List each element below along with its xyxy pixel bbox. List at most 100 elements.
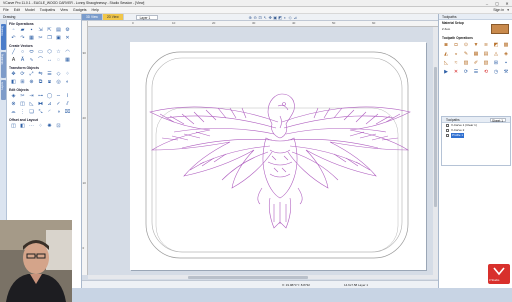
- center-icon[interactable]: ⊕: [28, 79, 35, 85]
- open-file-icon[interactable]: ▰: [19, 27, 26, 33]
- inlay-icon[interactable]: ◩: [492, 41, 500, 48]
- menu-help[interactable]: Help: [92, 8, 99, 12]
- menu-gadgets[interactable]: Gadgets: [73, 8, 87, 12]
- array-layout-icon[interactable]: ⁘: [37, 123, 44, 129]
- offset-icon[interactable]: ◫: [19, 101, 26, 107]
- weld-icon[interactable]: ◎: [55, 79, 62, 85]
- menu-view[interactable]: View: [60, 8, 68, 12]
- fluting-icon[interactable]: ≋: [482, 41, 490, 48]
- save-file-icon[interactable]: ▪: [28, 27, 35, 33]
- star-icon[interactable]: ☆: [55, 49, 62, 55]
- calculate-icon[interactable]: ⟳: [462, 68, 470, 75]
- print-icon[interactable]: ▤: [55, 27, 62, 33]
- extend-icon[interactable]: ⇥: [28, 93, 35, 99]
- copy-icon[interactable]: ❐: [46, 35, 53, 41]
- toolpath-checkbox[interactable]: [446, 129, 449, 132]
- copy-along-icon[interactable]: ⋯: [28, 123, 35, 129]
- toolpath-row[interactable]: Profile 1: [442, 133, 510, 138]
- cut-icon[interactable]: ✂: [37, 35, 44, 41]
- size-icon[interactable]: ⊞: [19, 79, 26, 85]
- array-icon[interactable]: ⁘: [64, 71, 71, 77]
- scale-icon[interactable]: ⤢: [28, 71, 35, 77]
- material-preview-icon[interactable]: [491, 24, 509, 34]
- template-icon[interactable]: ▧: [482, 59, 490, 66]
- grid-icon[interactable]: ▦: [64, 57, 71, 63]
- close-vector-icon[interactable]: ◯: [46, 93, 53, 99]
- curve-fit-icon[interactable]: ⌇: [64, 93, 71, 99]
- text-arc-icon[interactable]: Ä: [19, 57, 26, 63]
- roughing-icon[interactable]: ▦: [472, 50, 480, 57]
- join-icon[interactable]: ⊶: [37, 93, 44, 99]
- chamfer-icon[interactable]: ◺: [442, 59, 450, 66]
- measure-view-icon[interactable]: ⊿: [293, 15, 298, 20]
- ungroup-icon[interactable]: ⧈: [46, 79, 53, 85]
- delete-toolpath-icon[interactable]: ✕: [452, 68, 460, 75]
- side-tab-layers[interactable]: Layers: [1, 80, 6, 100]
- engrave-icon[interactable]: ✐: [472, 59, 480, 66]
- sheet-select[interactable]: Sheet 1: [490, 117, 506, 123]
- fillet-icon[interactable]: ⌒: [37, 57, 44, 63]
- nest-layout-icon[interactable]: ◧: [19, 123, 26, 129]
- menu-toolpaths[interactable]: Toolpaths: [40, 8, 55, 12]
- fluting-2-icon[interactable]: ≈: [452, 59, 460, 66]
- summary-icon[interactable]: ☰: [472, 68, 480, 75]
- circle-icon[interactable]: ○: [19, 49, 26, 55]
- merge-icon[interactable]: ⊞: [492, 59, 500, 66]
- distort-icon[interactable]: ◇: [55, 71, 62, 77]
- paste-icon[interactable]: ▣: [55, 35, 62, 41]
- layer-select[interactable]: Layer 1: [135, 14, 158, 20]
- menu-edit[interactable]: Edit: [14, 8, 20, 12]
- dimension-icon[interactable]: ↔: [46, 57, 53, 63]
- trace-icon[interactable]: ◌: [55, 57, 62, 63]
- job-setup-icon[interactable]: ▦: [28, 35, 35, 41]
- vcarve-icon[interactable]: ▼: [472, 41, 480, 48]
- moulding-icon[interactable]: ◒: [452, 50, 460, 57]
- tools-icon[interactable]: ⚒: [502, 68, 510, 75]
- menu-model[interactable]: Model: [25, 8, 35, 12]
- intersect-icon[interactable]: ⊗: [10, 101, 17, 107]
- fillet-edit-icon[interactable]: ◜: [46, 109, 53, 115]
- side-tab-drawing[interactable]: Drawing: [1, 24, 6, 50]
- node-edit-icon[interactable]: ◈: [10, 93, 17, 99]
- text-icon[interactable]: A: [10, 57, 17, 63]
- circular-array-icon[interactable]: ✺: [46, 123, 53, 129]
- drill-icon[interactable]: ⊙: [462, 41, 470, 48]
- scale-edit-icon[interactable]: ⤡: [37, 109, 44, 115]
- close-button[interactable]: ✕: [502, 0, 512, 7]
- polygon-icon[interactable]: ⬡: [46, 49, 53, 55]
- toolpath-checkbox[interactable]: [446, 124, 449, 127]
- align-nodes-icon[interactable]: ⋮: [19, 109, 26, 115]
- time-icon[interactable]: ◷: [492, 68, 500, 75]
- texture-2-icon[interactable]: ▨: [462, 59, 470, 66]
- preview-icon[interactable]: ▶: [442, 68, 450, 75]
- subtract-icon[interactable]: ◐: [64, 79, 71, 85]
- rotate-icon[interactable]: ⟳: [19, 71, 26, 77]
- save-toolpath-icon[interactable]: ▪: [502, 59, 510, 66]
- vertical-scroll-thumb[interactable]: [434, 67, 437, 207]
- undo-icon[interactable]: ↶: [10, 35, 17, 41]
- rectangle-icon[interactable]: ▭: [37, 49, 44, 55]
- trim-icon[interactable]: ✂: [19, 93, 26, 99]
- import-icon[interactable]: ⇲: [37, 27, 44, 33]
- group-icon[interactable]: ⧉: [37, 79, 44, 85]
- slice-icon[interactable]: ⫽: [64, 101, 71, 107]
- ellipse-icon[interactable]: ⬭: [28, 49, 35, 55]
- cut-edit-icon[interactable]: ⌧: [64, 109, 71, 115]
- reset-icon[interactable]: ⟲: [482, 68, 490, 75]
- tab-3d-view[interactable]: 3D View: [82, 14, 103, 20]
- tab-2d-view[interactable]: 2D View: [102, 14, 124, 20]
- align-icon[interactable]: ☰: [46, 71, 53, 77]
- profile-icon[interactable]: ◙: [442, 41, 450, 48]
- new-file-icon[interactable]: ▫: [10, 27, 17, 33]
- minimize-button[interactable]: –: [482, 0, 492, 7]
- measure-icon[interactable]: ⊿: [46, 101, 53, 107]
- texture-icon[interactable]: ▩: [502, 41, 510, 48]
- offset-layout-icon[interactable]: ◫: [10, 123, 17, 129]
- nest-icon[interactable]: ◧: [10, 79, 17, 85]
- horizontal-scroll-thumb[interactable]: [188, 275, 308, 279]
- material-sheet[interactable]: [130, 42, 426, 270]
- settings-icon[interactable]: ⚙: [64, 27, 71, 33]
- 3d-profile-icon[interactable]: ◈: [502, 50, 510, 57]
- delete-icon[interactable]: ✕: [64, 35, 71, 41]
- smooth-icon[interactable]: ∼: [55, 93, 62, 99]
